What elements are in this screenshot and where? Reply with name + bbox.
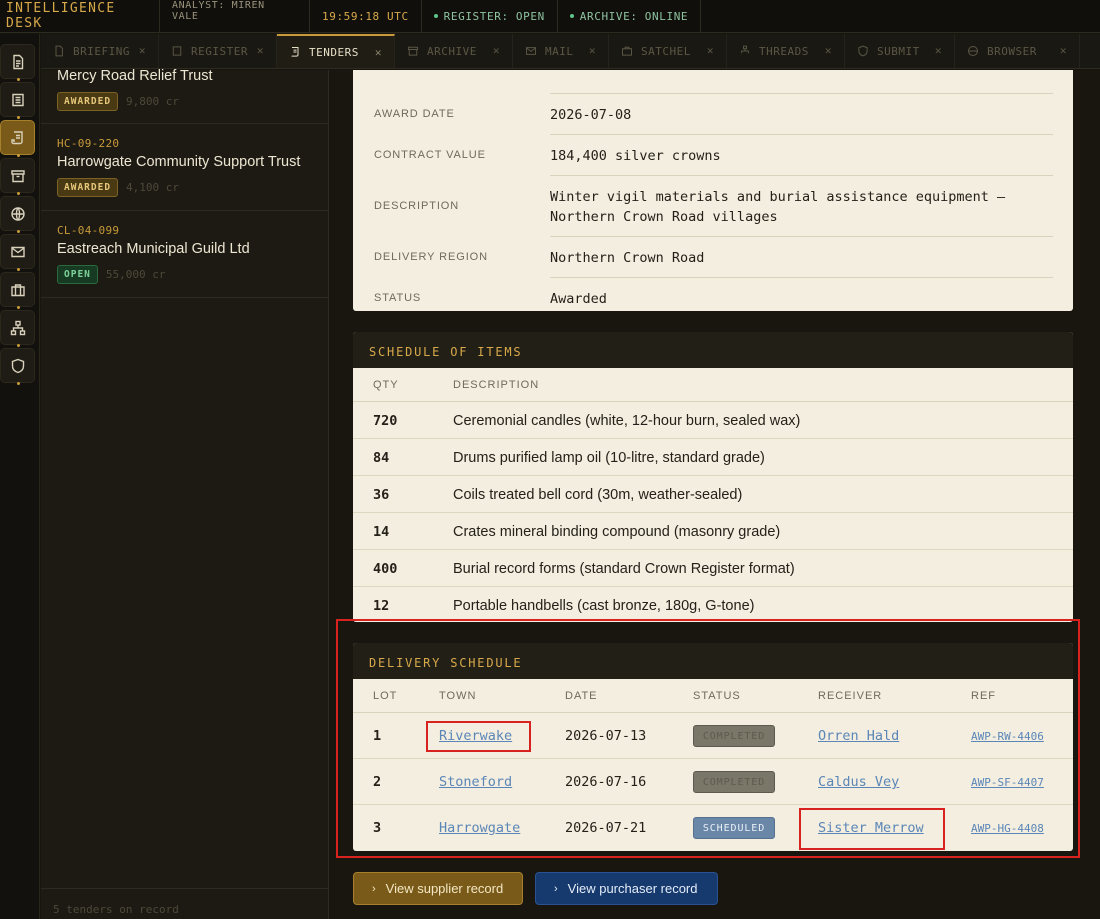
close-icon[interactable]: ✕ xyxy=(139,44,146,57)
close-icon[interactable]: ✕ xyxy=(1060,44,1067,57)
utc-clock: 19:59:18 UTC xyxy=(310,0,422,32)
rail-tenders-button[interactable] xyxy=(0,120,35,157)
status-badge: OPEN xyxy=(57,265,98,284)
status-dot-icon xyxy=(569,14,574,18)
tab-register[interactable]: REGISTER ✕ xyxy=(159,34,277,68)
tender-name: Mercy Road Relief Trust xyxy=(57,68,213,84)
status-badge: AWARDED xyxy=(57,92,119,111)
register-icon xyxy=(172,46,182,56)
table-row: 720 Ceremonial candles (white, 12-hour bu… xyxy=(353,402,1073,439)
chevron-right-icon: › xyxy=(554,882,558,895)
close-icon[interactable]: ✕ xyxy=(257,44,264,57)
view-purchaser-record-button[interactable]: › View purchaser record xyxy=(535,872,718,905)
mail-icon xyxy=(10,246,25,257)
tab-archive[interactable]: ARCHIVE ✕ xyxy=(395,34,513,68)
tender-name: Eastreach Municipal Guild Ltd xyxy=(57,241,250,257)
schedule-of-items-card: SCHEDULE OF ITEMS QTY DESCRIPTION 720 Cer… xyxy=(353,332,1073,622)
tender-list: Mercy Road Relief Trust AWARDED 9,800 cr… xyxy=(41,68,329,919)
register-icon xyxy=(11,93,24,106)
section-title: SCHEDULE OF ITEMS xyxy=(353,332,1073,368)
status-dot-icon xyxy=(433,14,438,18)
close-icon[interactable]: ✕ xyxy=(375,46,382,59)
tender-name: Harrowgate Community Support Trust xyxy=(57,154,301,170)
contract-status: Awarded xyxy=(550,291,607,307)
table-row: 400 Burial record forms (standard Crown R… xyxy=(353,550,1073,587)
tender-list-item[interactable]: HC-09-220 Harrowgate Community Support T… xyxy=(41,124,329,211)
table-row: 36 Coils treated bell cord (30m, weather-… xyxy=(353,476,1073,513)
tab-mail[interactable]: MAIL ✕ xyxy=(513,34,609,68)
close-icon[interactable]: ✕ xyxy=(825,44,832,57)
tender-details-card: AWARD DATE 2026-07-08 CONTRACT VALUE 184… xyxy=(353,70,1073,311)
tender-list-item[interactable]: CL-04-099 Eastreach Municipal Guild Ltd … xyxy=(41,211,329,298)
tender-code: HC-09-220 xyxy=(57,137,120,150)
threads-icon xyxy=(10,320,25,335)
award-date: 2026-07-08 xyxy=(550,107,632,123)
app-brand: INTELLIGENCE DESK xyxy=(0,0,160,32)
register-status: REGISTER: OPEN xyxy=(422,0,558,32)
archive-box-icon xyxy=(408,46,418,56)
divider xyxy=(550,236,1053,237)
town-highlight xyxy=(426,721,531,752)
divider xyxy=(550,175,1053,176)
close-icon[interactable]: ✕ xyxy=(493,44,500,57)
tender-amount: 4,100 cr xyxy=(126,181,180,194)
tab-satchel[interactable]: SATCHEL ✕ xyxy=(609,34,727,68)
tender-amount: 9,800 cr xyxy=(126,95,180,108)
analyst-name: ANALYST: MIREN VALE xyxy=(160,0,310,32)
archive-box-icon xyxy=(10,169,25,182)
rail-register-button[interactable] xyxy=(0,82,35,119)
close-icon[interactable]: ✕ xyxy=(707,44,714,57)
tab-browser[interactable]: BROWSER ✕ xyxy=(955,34,1080,68)
view-supplier-record-button[interactable]: › View supplier record xyxy=(353,872,523,905)
rail-submit-button[interactable] xyxy=(0,348,35,385)
tender-count: 5 tenders on record xyxy=(41,888,329,919)
globe-icon xyxy=(10,206,25,221)
tenders-icon xyxy=(10,130,23,144)
rail-threads-button[interactable] xyxy=(0,310,35,347)
top-status-bar: INTELLIGENCE DESK ANALYST: MIREN VALE 19… xyxy=(0,0,1100,33)
mail-icon xyxy=(526,47,536,55)
chevron-right-icon: › xyxy=(372,882,376,895)
close-icon[interactable]: ✕ xyxy=(935,44,942,57)
threads-icon xyxy=(741,45,749,54)
rail-archive-button[interactable] xyxy=(0,158,35,195)
rail-briefing-button[interactable] xyxy=(0,44,35,81)
satchel-icon xyxy=(10,283,25,296)
table-row: 84 Drums purified lamp oil (10-litre, sta… xyxy=(353,439,1073,476)
document-icon xyxy=(12,54,23,69)
rail-satchel-button[interactable] xyxy=(0,272,35,309)
divider xyxy=(550,277,1053,278)
contract-value: 184,400 silver crowns xyxy=(550,148,721,164)
tender-amount: 55,000 cr xyxy=(105,268,166,281)
satchel-icon xyxy=(622,46,632,56)
archive-status: ARCHIVE: ONLINE xyxy=(558,0,702,32)
tab-threads[interactable]: THREADS ✕ xyxy=(727,34,845,68)
tender-detail-panel[interactable]: AWARD DATE 2026-07-08 CONTRACT VALUE 184… xyxy=(330,70,1100,919)
close-icon[interactable]: ✕ xyxy=(589,44,596,57)
column-header-qty: QTY xyxy=(373,379,399,391)
tender-list-item[interactable]: Mercy Road Relief Trust AWARDED 9,800 cr xyxy=(41,64,329,124)
rail-browser-button[interactable] xyxy=(0,196,35,233)
contract-description: Winter vigil materials and burial assist… xyxy=(550,189,1006,225)
document-icon xyxy=(55,45,63,57)
status-badge: AWARDED xyxy=(57,178,119,197)
tab-submit[interactable]: SUBMIT ✕ xyxy=(845,34,955,68)
tab-tenders[interactable]: TENDERS ✕ xyxy=(277,34,395,68)
icon-rail xyxy=(0,34,40,919)
rail-mail-button[interactable] xyxy=(0,234,35,271)
column-header-description: DESCRIPTION xyxy=(453,379,540,391)
divider xyxy=(550,134,1053,135)
table-row: 14 Crates mineral binding compound (mason… xyxy=(353,513,1073,550)
tender-code: CL-04-099 xyxy=(57,224,120,237)
receiver-highlight xyxy=(799,808,945,850)
divider xyxy=(550,93,1053,94)
tab-briefing[interactable]: BRIEFING ✕ xyxy=(41,34,159,68)
delivery-region: Northern Crown Road xyxy=(550,250,705,266)
shield-icon xyxy=(11,358,24,373)
globe-icon xyxy=(968,46,978,56)
tenders-icon xyxy=(291,47,299,57)
shield-icon xyxy=(858,45,868,57)
